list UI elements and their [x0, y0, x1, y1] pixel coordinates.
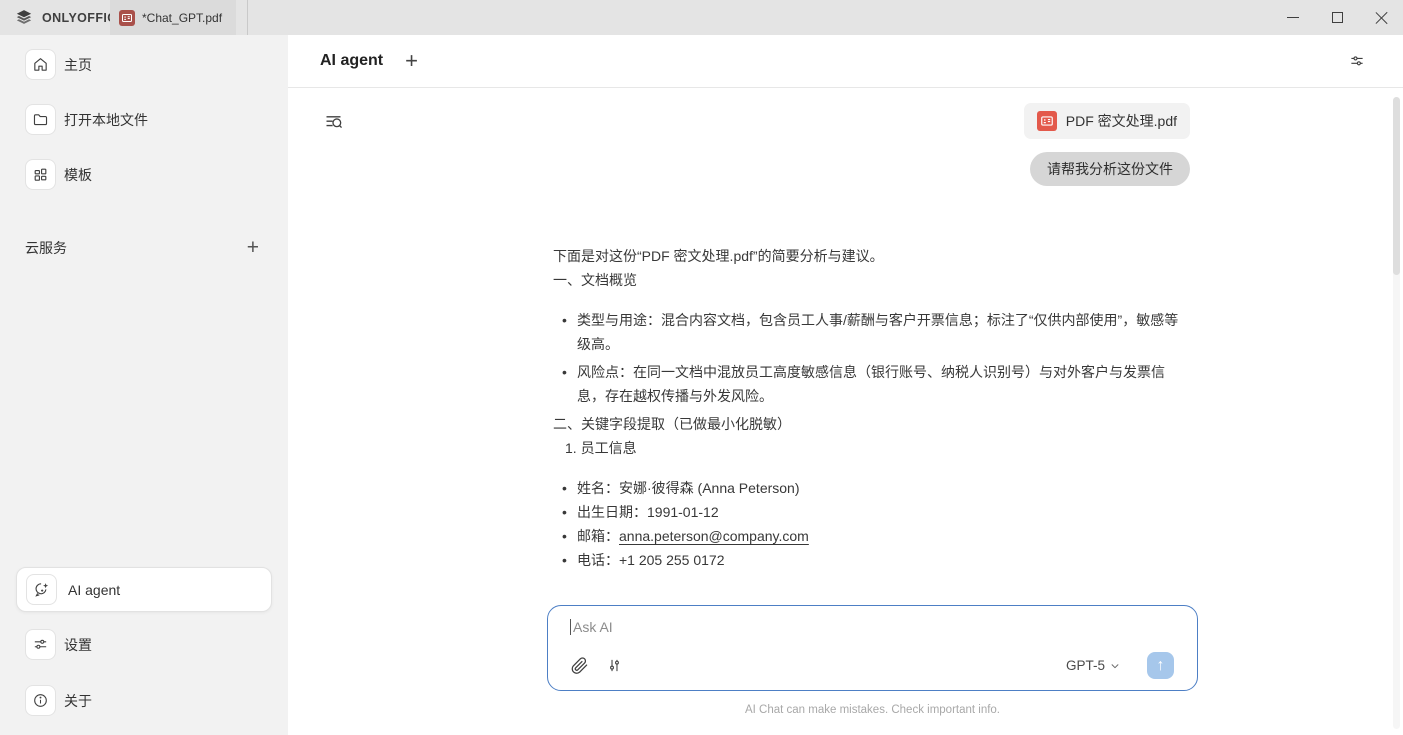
sidebar-item-label: 设置 — [64, 635, 92, 655]
model-name: GPT-5 — [1066, 658, 1105, 673]
field-value: 1991-01-12 — [647, 504, 719, 520]
sidebar-item-open-local-file[interactable]: 打开本地文件 — [25, 104, 288, 135]
tab-divider — [247, 0, 248, 35]
cloud-services-section: 云服务 + — [25, 237, 263, 258]
document-tab[interactable]: *Chat_GPT.pdf — [110, 0, 236, 35]
assistant-message: 下面是对这份“PDF 密文处理.pdf”的简要分析与建议。 一、文档概览 类型与… — [547, 244, 1192, 572]
sidebar: 主页 打开本地文件 模板 云服务 + — [0, 35, 288, 735]
app-brand: ONLYOFFICE — [0, 0, 110, 35]
templates-grid-icon — [25, 159, 56, 190]
user-message-bubble: 请帮我分析这份文件 — [1030, 152, 1190, 186]
assistant-section2-title: 二、关键字段提取（已做最小化脱敏） — [553, 412, 1192, 436]
maximize-button[interactable] — [1315, 0, 1359, 35]
main-panel: AI agent + — [288, 35, 1403, 735]
page-title: AI agent — [320, 52, 383, 70]
minimize-icon — [1287, 17, 1299, 18]
send-button[interactable]: ↑ — [1147, 652, 1174, 679]
new-chat-button[interactable]: + — [405, 50, 418, 72]
chat-area: PDF 密文处理.pdf 请帮我分析这份文件 下面是对这份“PDF 密文处理.p… — [288, 88, 1403, 735]
field-label: 电话： — [577, 552, 619, 568]
conversation-column: PDF 密文处理.pdf 请帮我分析这份文件 下面是对这份“PDF 密文处理.p… — [547, 88, 1198, 572]
home-icon — [25, 49, 56, 80]
attach-file-paperclip-icon[interactable] — [570, 656, 589, 675]
sidebar-item-about[interactable]: 关于 — [25, 685, 272, 716]
sidebar-item-ai-agent[interactable]: AI agent — [16, 567, 272, 612]
employee-info-list: 姓名：安娜·彼得森 (Anna Peterson) 出生日期：1991-01-1… — [553, 476, 1192, 572]
add-cloud-service-button[interactable]: + — [243, 237, 263, 258]
sidebar-item-settings[interactable]: 设置 — [25, 629, 272, 660]
prompt-placeholder: Ask AI — [573, 619, 613, 635]
sidebar-item-label: 打开本地文件 — [64, 110, 148, 130]
numbered-item: 1. 员工信息 — [553, 436, 1192, 460]
field-value: 安娜·彼得森 (Anna Peterson) — [619, 480, 800, 496]
text-cursor — [570, 619, 571, 635]
field-label: 出生日期： — [577, 504, 647, 520]
sidebar-item-templates[interactable]: 模板 — [25, 159, 288, 190]
sidebar-item-label: 模板 — [64, 165, 92, 185]
list-item: 电话：+1 205 255 0172 — [553, 548, 1192, 572]
assistant-intro: 下面是对这份“PDF 密文处理.pdf”的简要分析与建议。 — [553, 244, 1192, 268]
composer-toolbar: GPT-5 ↑ — [570, 652, 1174, 679]
ai-disclaimer: AI Chat can make mistakes. Check importa… — [547, 704, 1198, 716]
list-item: 风险点：在同一文档中混放员工高度敏感信息（银行账号、纳税人识别号）与对外客户与发… — [553, 360, 1192, 408]
window-controls — [1271, 0, 1403, 35]
search-chat-icon[interactable] — [323, 112, 344, 133]
pdf-file-icon — [119, 10, 135, 26]
numbered-item-index: 1. — [565, 440, 577, 456]
pdf-file-icon — [1037, 111, 1057, 131]
settings-sliders-icon — [25, 629, 56, 660]
list-item: 邮箱：anna.peterson@company.com — [553, 524, 1192, 548]
ai-chat-sparkle-icon — [26, 574, 57, 605]
attachment-name: PDF 密文处理.pdf — [1066, 111, 1177, 131]
list-item: 类型与用途：混合内容文档，包含员工人事/薪酬与客户开票信息；标注了“仅供内部使用… — [553, 308, 1192, 356]
minimize-button[interactable] — [1271, 0, 1315, 35]
field-label: 邮箱： — [577, 528, 619, 544]
chevron-down-icon — [1110, 661, 1120, 671]
sidebar-item-label: AI agent — [68, 582, 120, 598]
ai-prompt-composer[interactable]: Ask AI GPT-5 — [547, 605, 1198, 691]
list-item: 出生日期：1991-01-12 — [553, 500, 1192, 524]
titlebar: ONLYOFFICE *Chat_GPT.pdf — [0, 0, 1403, 35]
scrollbar-thumb[interactable] — [1393, 97, 1400, 275]
email-link[interactable]: anna.peterson@company.com — [619, 528, 809, 544]
onlyoffice-logo-icon — [14, 8, 34, 28]
document-tab-title: *Chat_GPT.pdf — [142, 11, 222, 25]
info-icon — [25, 685, 56, 716]
close-button[interactable] — [1359, 0, 1403, 35]
send-arrow-icon: ↑ — [1157, 657, 1165, 675]
maximize-icon — [1332, 12, 1343, 23]
overview-bullet-list: 类型与用途：混合内容文档，包含员工人事/薪酬与客户开票信息；标注了“仅供内部使用… — [553, 308, 1192, 408]
prompt-input[interactable]: Ask AI — [548, 606, 1197, 635]
numbered-item-label: 员工信息 — [581, 440, 637, 456]
assistant-section1-title: 一、文档概览 — [553, 268, 1192, 292]
sidebar-item-label: 关于 — [64, 691, 92, 711]
model-selector[interactable]: GPT-5 — [1066, 658, 1120, 673]
attachment-chip[interactable]: PDF 密文处理.pdf — [1024, 103, 1190, 139]
cloud-services-label: 云服务 — [25, 238, 67, 258]
folder-icon — [25, 104, 56, 135]
chat-options-filter-icon[interactable] — [1348, 52, 1366, 70]
sidebar-item-home[interactable]: 主页 — [25, 49, 288, 80]
field-label: 姓名： — [577, 480, 619, 496]
list-item: 姓名：安娜·彼得森 (Anna Peterson) — [553, 476, 1192, 500]
close-icon — [1375, 11, 1388, 24]
chat-header: AI agent + — [288, 35, 1403, 88]
sidebar-item-label: 主页 — [64, 55, 92, 75]
sidebar-bottom-group: AI agent 设置 关于 — [16, 567, 272, 716]
field-value: +1 205 255 0172 — [619, 552, 725, 568]
prompt-settings-sliders-icon[interactable] — [606, 657, 623, 674]
chat-scrollbar[interactable] — [1393, 97, 1400, 729]
